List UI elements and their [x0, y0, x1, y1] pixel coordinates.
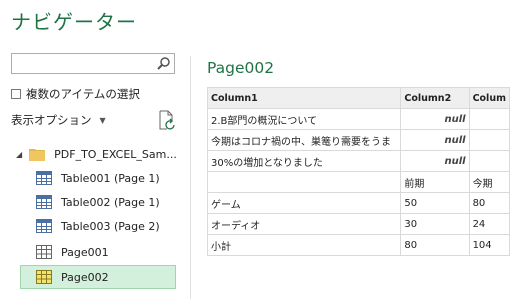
table-cell: 104: [468, 234, 510, 256]
search-icon[interactable]: [156, 56, 171, 71]
table-cell: 今期はコロナ禍の中、巣篭り需要をうま: [206, 129, 402, 151]
table-cell: 小計: [206, 234, 402, 256]
table-row: 前期 今期: [206, 171, 510, 193]
preview-table: Column1 Column2 Colum 2.B部門の概況について null …: [206, 87, 510, 256]
tree-item-label: Table001 (Page 1): [61, 171, 160, 185]
table-cell: 24: [468, 213, 510, 235]
tree-item-page002[interactable]: Page002: [20, 265, 176, 289]
table-cell: [468, 129, 510, 151]
table-cell: 80: [468, 192, 510, 214]
column-header[interactable]: Column2: [400, 87, 470, 109]
tree-item-label: Table002 (Page 1): [61, 195, 160, 209]
page-icon: [36, 270, 52, 284]
table-row: ゲーム 50 80: [206, 192, 510, 214]
tree-item-table001[interactable]: Table001 (Page 1): [36, 166, 160, 190]
table-cell: 今期: [468, 171, 510, 193]
tree-item-label: Page001: [61, 245, 109, 259]
search-input[interactable]: [14, 55, 154, 72]
table-cell: 30%の増加となりました: [206, 150, 402, 172]
table-row: 今期はコロナ禍の中、巣篭り需要をうま null: [206, 129, 510, 151]
tree-item-table002[interactable]: Table002 (Page 1): [36, 190, 160, 214]
table-icon: [36, 195, 52, 209]
preview-title: Page002: [207, 59, 275, 77]
folder-icon: [29, 149, 46, 161]
table-row: オーディオ 30 24: [206, 213, 510, 235]
table-cell: [468, 108, 510, 130]
navigator-title: ナビゲーター: [11, 10, 137, 34]
column-header[interactable]: Colum: [468, 87, 510, 109]
table-cell: 50: [400, 192, 470, 214]
tree-folder[interactable]: ◢ PDF_TO_EXCEL_Sam...: [16, 142, 177, 166]
table-cell: null: [400, 108, 470, 130]
panel-divider: [190, 56, 191, 299]
tree-item-label: Table003 (Page 2): [61, 219, 160, 233]
table-cell: null: [400, 129, 470, 151]
search-box[interactable]: [11, 53, 175, 74]
table-row: 30%の増加となりました null: [206, 150, 510, 172]
chevron-down-icon: ▼: [99, 115, 106, 125]
display-options-label: 表示オプション: [11, 113, 92, 127]
table-icon: [36, 171, 52, 185]
page-icon: [36, 245, 52, 259]
table-cell: 80: [400, 234, 470, 256]
multi-select-option[interactable]: 複数のアイテムの選択: [11, 86, 140, 102]
table-cell: 30: [400, 213, 470, 235]
table-cell: [468, 150, 510, 172]
multi-select-label: 複数のアイテムの選択: [26, 87, 140, 101]
multi-select-checkbox[interactable]: [11, 89, 21, 99]
expand-triangle-icon[interactable]: ◢: [16, 150, 22, 159]
tree-folder-label: PDF_TO_EXCEL_Sam...: [54, 147, 177, 161]
table-cell: [206, 171, 402, 193]
tree-item-label: Page002: [61, 270, 109, 284]
display-options-dropdown[interactable]: 表示オプション ▼: [11, 112, 106, 128]
table-cell: 前期: [400, 171, 470, 193]
refresh-icon[interactable]: [158, 110, 176, 130]
column-header[interactable]: Column1: [206, 87, 402, 109]
tree-item-table003[interactable]: Table003 (Page 2): [36, 214, 160, 238]
table-row: 2.B部門の概況について null: [206, 108, 510, 130]
table-cell: null: [400, 150, 470, 172]
table-row: 小計 80 104: [206, 234, 510, 256]
table-cell: ゲーム: [206, 192, 402, 214]
table-cell: オーディオ: [206, 213, 402, 235]
table-header-row: Column1 Column2 Colum: [206, 87, 510, 109]
tree-item-page001[interactable]: Page001: [36, 240, 109, 264]
table-cell: 2.B部門の概況について: [206, 108, 402, 130]
table-icon: [36, 219, 52, 233]
